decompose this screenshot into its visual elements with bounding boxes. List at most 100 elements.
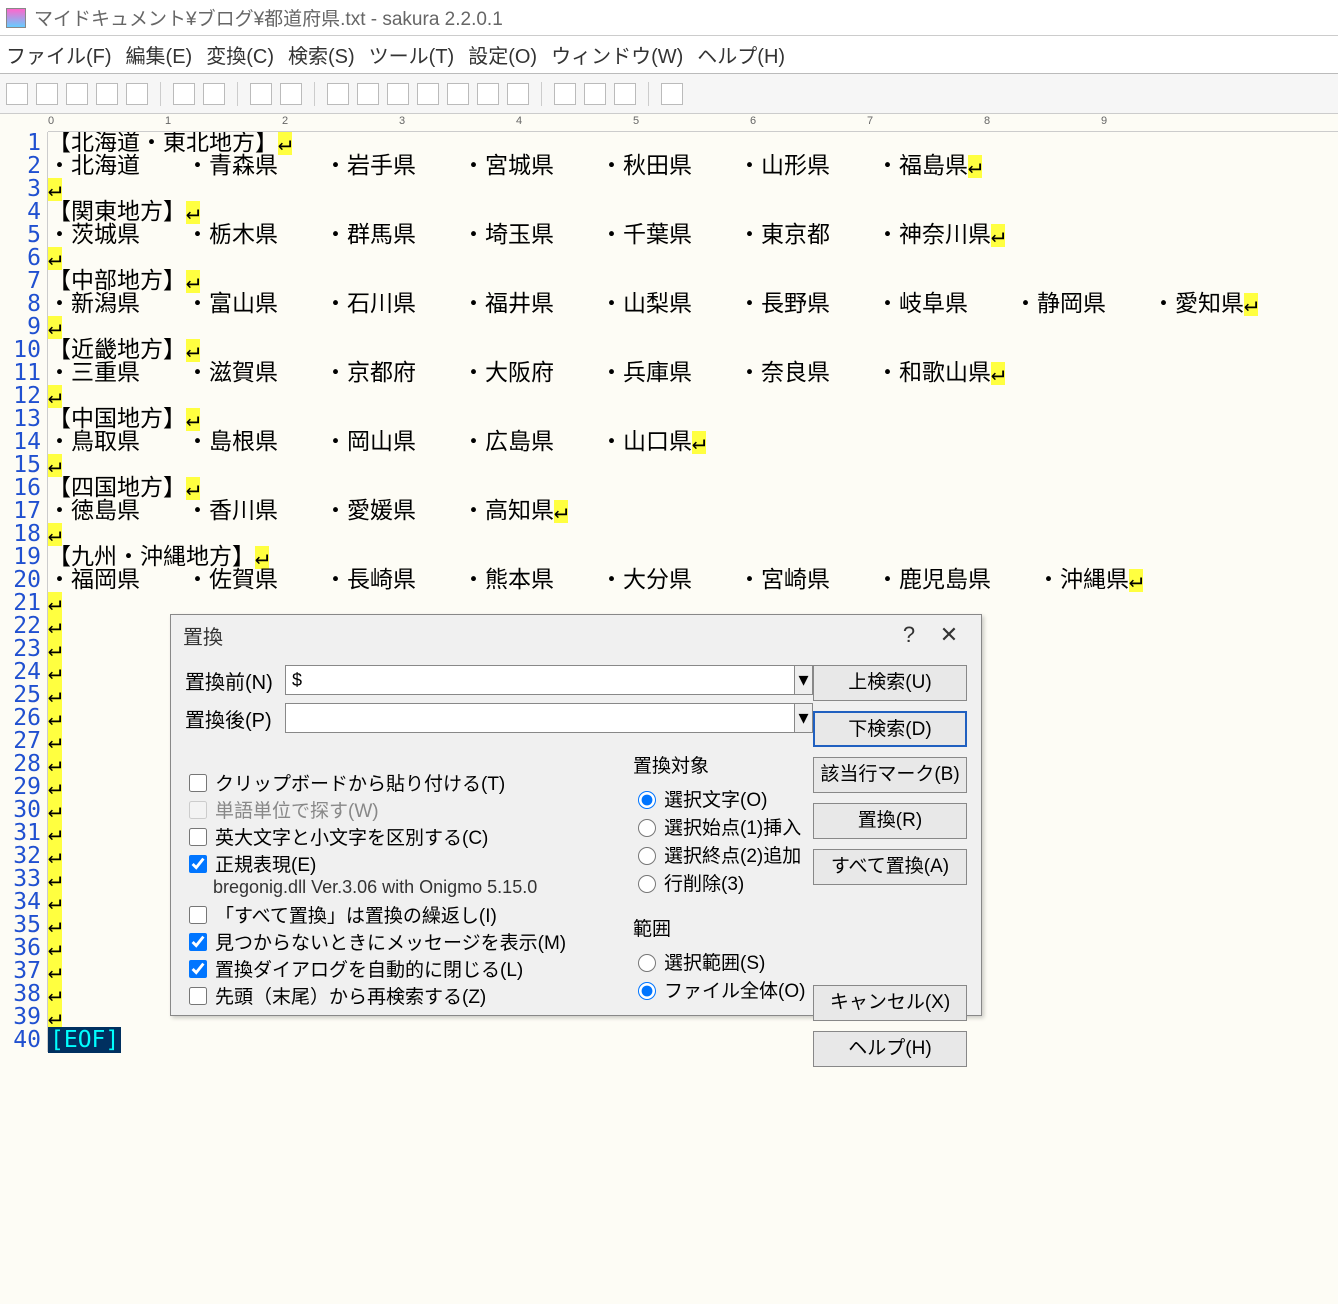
code-line[interactable]: ↵ — [48, 523, 1258, 546]
check-clipboard[interactable] — [189, 774, 207, 792]
next-icon[interactable] — [357, 83, 379, 105]
menu-item-0[interactable]: ファイル(F) — [6, 40, 112, 69]
cancel-button[interactable]: キャンセル(X) — [813, 985, 967, 1021]
code-line[interactable]: ・徳島県 ・香川県 ・愛媛県 ・高知県↵ — [48, 500, 1258, 523]
code-line[interactable]: ・茨城県 ・栃木県 ・群馬県 ・埼玉県 ・千葉県 ・東京都 ・神奈川県↵ — [48, 224, 1258, 247]
code-line[interactable]: ↵ — [48, 178, 1258, 201]
line-number: 32 — [0, 845, 41, 868]
check-case[interactable] — [189, 828, 207, 846]
line-number: 18 — [0, 523, 41, 546]
up-search-button[interactable]: 上検索(U) — [813, 665, 967, 701]
back-icon[interactable] — [280, 83, 302, 105]
save-icon[interactable] — [96, 83, 118, 105]
code-line[interactable]: 【中部地方】↵ — [48, 270, 1258, 293]
code-line[interactable]: ↵ — [48, 454, 1258, 477]
check-msg[interactable] — [189, 933, 207, 951]
search-icon[interactable] — [327, 83, 349, 105]
menu-item-1[interactable]: 編集(E) — [126, 40, 193, 69]
radio-range-0[interactable] — [638, 954, 656, 972]
code-line[interactable]: 【中国地方】↵ — [48, 408, 1258, 431]
check-wrap[interactable] — [189, 987, 207, 1005]
app-icon — [6, 8, 26, 28]
separator — [648, 82, 649, 106]
ruler-mark: 5 — [633, 115, 639, 127]
replace-before-input[interactable] — [285, 665, 795, 695]
dropdown-icon[interactable]: ▾ — [795, 703, 813, 733]
replace-all-button[interactable]: すべて置換(A) — [813, 849, 967, 885]
radio-target-3[interactable] — [638, 875, 656, 893]
code-line[interactable]: 【九州・沖縄地方】↵ — [48, 546, 1258, 569]
check-autoclose[interactable] — [189, 960, 207, 978]
code-line[interactable]: ・三重県 ・滋賀県 ・京都府 ・大阪府 ・兵庫県 ・奈良県 ・和歌山県↵ — [48, 362, 1258, 385]
code-line[interactable]: ・新潟県 ・富山県 ・石川県 ・福井県 ・山梨県 ・長野県 ・岐阜県 ・静岡県 … — [48, 293, 1258, 316]
radio-target-0[interactable] — [638, 791, 656, 809]
help-button[interactable]: ヘルプ(H) — [813, 1031, 967, 1067]
line-number: 10 — [0, 339, 41, 362]
line-number: 40 — [0, 1029, 41, 1052]
code-line[interactable]: 【北海道・東北地方】↵ — [48, 132, 1258, 155]
list-icon[interactable] — [661, 83, 683, 105]
menu-item-7[interactable]: ヘルプ(H) — [697, 40, 785, 69]
eol-mark: ↵ — [692, 431, 706, 454]
range-group-title: 範囲 — [633, 914, 813, 941]
check-repeat[interactable] — [189, 906, 207, 924]
code-line[interactable]: 【四国地方】↵ — [48, 477, 1258, 500]
color-icon[interactable] — [584, 83, 606, 105]
redo-icon[interactable] — [203, 83, 225, 105]
eol-mark: ↵ — [48, 753, 62, 776]
open-icon[interactable] — [36, 83, 58, 105]
dropdown-icon[interactable]: ▾ — [795, 665, 813, 695]
dialog-titlebar: 置換 ? ✕ — [171, 615, 981, 655]
config-icon[interactable] — [554, 83, 576, 105]
ruler-mark: 7 — [867, 115, 873, 127]
code-line[interactable]: ・鳥取県 ・島根県 ・岡山県 ・広島県 ・山口県↵ — [48, 431, 1258, 454]
replace-icon[interactable] — [417, 83, 439, 105]
radio-target-1[interactable] — [638, 819, 656, 837]
replace-after-input[interactable] — [285, 703, 795, 733]
grep-icon[interactable] — [477, 83, 499, 105]
wrap-icon[interactable] — [614, 83, 636, 105]
menu-item-3[interactable]: 検索(S) — [288, 40, 355, 69]
code-line[interactable]: 【関東地方】↵ — [48, 201, 1258, 224]
eol-mark: ↵ — [186, 270, 200, 293]
dialog-help-icon[interactable]: ? — [889, 622, 929, 648]
radio-target-2[interactable] — [638, 847, 656, 865]
radio-range-1[interactable] — [638, 982, 656, 1000]
saveall-icon[interactable] — [126, 83, 148, 105]
replace-button[interactable]: 置換(R) — [813, 803, 967, 839]
code-line[interactable]: ・福岡県 ・佐賀県 ・長崎県 ・熊本県 ・大分県 ・宮崎県 ・鹿児島県 ・沖縄県… — [48, 569, 1258, 592]
undo-icon[interactable] — [173, 83, 195, 105]
outline-icon[interactable] — [507, 83, 529, 105]
check-wrap-label: 先頭（末尾）から再検索する(Z) — [215, 982, 486, 1009]
jump-icon[interactable] — [250, 83, 272, 105]
play-icon[interactable] — [66, 83, 88, 105]
code-line[interactable]: ↵ — [48, 385, 1258, 408]
line-number: 17 — [0, 500, 41, 523]
code-line[interactable]: ・北海道 ・青森県 ・岩手県 ・宮城県 ・秋田県 ・山形県 ・福島県↵ — [48, 155, 1258, 178]
menu-item-5[interactable]: 設定(O) — [468, 40, 537, 69]
menu-item-2[interactable]: 変換(C) — [206, 40, 274, 69]
eol-mark: ↵ — [48, 891, 62, 914]
mark-button[interactable]: 該当行マーク(B) — [813, 757, 967, 793]
code-line[interactable]: 【近畿地方】↵ — [48, 339, 1258, 362]
code-line[interactable]: ↵ — [48, 592, 1258, 615]
code-line[interactable]: ↵ — [48, 247, 1258, 270]
new-icon[interactable] — [6, 83, 28, 105]
code-line[interactable]: ↵ — [48, 316, 1258, 339]
line-number: 6 — [0, 247, 41, 270]
replace-after-label: 置換後(P) — [185, 704, 285, 733]
prev-icon[interactable] — [387, 83, 409, 105]
down-search-button[interactable]: 下検索(D) — [813, 711, 967, 747]
line-number: 14 — [0, 431, 41, 454]
line-number: 24 — [0, 661, 41, 684]
eof-mark: [EOF] — [48, 1027, 121, 1053]
window-titlebar: マイドキュメント¥ブログ¥都道府県.txt - sakura 2.2.0.1 — [0, 0, 1338, 36]
ruler: 0123456789 — [48, 114, 1338, 132]
menu-item-6[interactable]: ウィンドウ(W) — [551, 40, 683, 69]
check-regex-label: 正規表現(E) — [215, 850, 316, 877]
menu-item-4[interactable]: ツール(T) — [369, 40, 455, 69]
dialog-close-icon[interactable]: ✕ — [929, 622, 969, 648]
separator — [314, 82, 315, 106]
check-regex[interactable] — [189, 855, 207, 873]
mark-icon[interactable] — [447, 83, 469, 105]
